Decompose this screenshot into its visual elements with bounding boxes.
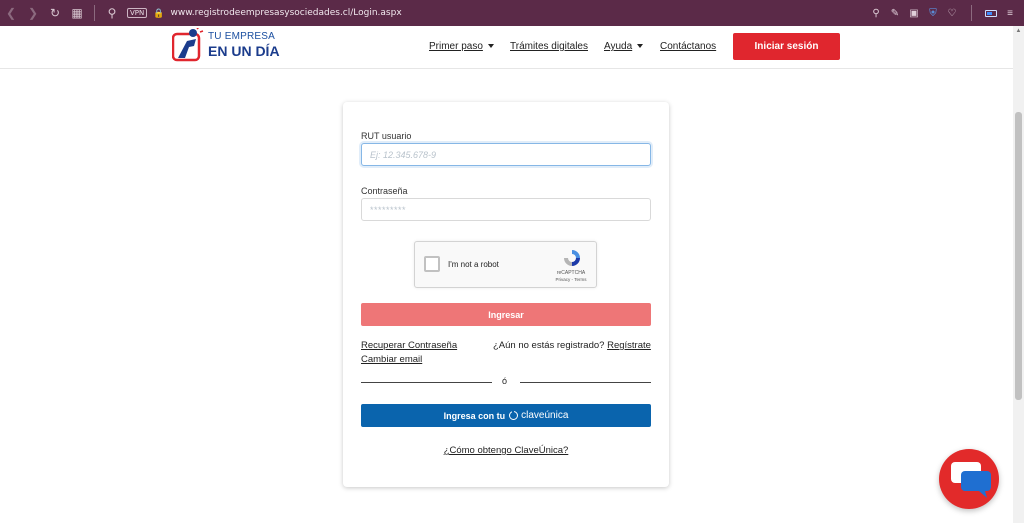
nav-label: Primer paso [429, 41, 483, 52]
clave-unica-brand: claveúnica [509, 410, 568, 421]
recaptcha-widget: I'm not a robot reCAPTCHA Privacy - Term… [414, 241, 597, 288]
clave-unica-button[interactable]: Ingresa con tu claveúnica [361, 404, 651, 427]
recaptcha-label: I'm not a robot [448, 260, 499, 269]
logo-wordmark: TU EMPRESA EN UN DÍA [208, 31, 280, 59]
nav-label: Contáctanos [660, 41, 717, 52]
rut-label: RUT usuario [361, 131, 412, 141]
recover-password-link[interactable]: Recuperar Contraseña [361, 340, 457, 351]
vpn-badge[interactable]: VPN [127, 8, 148, 18]
nav-ayuda[interactable]: Ayuda [604, 41, 644, 52]
scroll-up-icon[interactable]: ▲ [1013, 26, 1024, 36]
recover-password-text: Recuperar Contraseña [361, 340, 458, 351]
clave-button-prefix: Ingresa con tu [443, 410, 506, 421]
not-registered-text: ¿Aún no estás registrado? [493, 340, 605, 351]
nav-tramites-digitales[interactable]: Trámites digitales [510, 41, 588, 52]
iniciar-sesion-button[interactable]: Iniciar sesión [733, 33, 840, 60]
nav-primer-paso[interactable]: Primer paso [429, 41, 494, 52]
toolbar-separator-right [971, 5, 972, 21]
browser-extensions: ⚲ ✎ ▣ ⛨ ♡ ≡ [870, 0, 1016, 26]
reload-icon[interactable]: ↻ [44, 0, 66, 26]
rut-input[interactable]: Ej: 12.345.678-9 [361, 143, 651, 166]
camera-icon[interactable]: ▣ [908, 8, 920, 19]
login-card: RUT usuario Ej: 12.345.678-9 Contraseña … [343, 102, 669, 487]
back-icon[interactable]: ❮ [0, 0, 22, 26]
ingresar-button[interactable]: Ingresar [361, 303, 651, 326]
site-settings-icon[interactable]: ⚲ [101, 0, 123, 26]
divider-left [361, 382, 492, 383]
register-prompt: ¿Aún no estás registrado? Regístrate [493, 340, 651, 351]
scrollbar-thumb[interactable] [1015, 112, 1022, 400]
toolbar-separator [94, 5, 95, 21]
lock-icon[interactable]: 🔒 [153, 8, 164, 19]
shield-icon[interactable]: ⛨ [927, 8, 939, 19]
clave-brand-text: claveúnica [521, 410, 569, 421]
heart-icon[interactable]: ♡ [946, 8, 958, 19]
site-logo[interactable]: TU EMPRESA EN UN DÍA [172, 28, 280, 62]
power-icon [509, 410, 519, 420]
browser-toolbar: ❮ ❯ ↻ ▦ ⚲ VPN 🔒 www.registrodeempresasys… [0, 0, 1024, 26]
clave-help-text: ¿Cómo obtengo ClaveÚnica? [443, 445, 569, 456]
logo-line-2: EN UN DÍA [208, 43, 280, 59]
change-email-link[interactable]: Cambiar email [361, 354, 422, 365]
edit-icon[interactable]: ✎ [889, 8, 901, 19]
chat-bubble-icon [951, 462, 991, 498]
divider-right [520, 382, 651, 383]
site-header [0, 26, 1013, 69]
logo-figure-icon [172, 28, 204, 62]
forward-icon[interactable]: ❯ [22, 0, 44, 26]
chat-widget-button[interactable] [939, 449, 999, 509]
register-link[interactable]: Regístrate [607, 340, 651, 351]
nav-label: Trámites digitales [510, 41, 588, 52]
divider-text: ó [502, 376, 508, 386]
tabs-grid-icon[interactable]: ▦ [66, 0, 88, 26]
change-email-text: Cambiar email [361, 354, 423, 365]
clave-help-link[interactable]: ¿Cómo obtengo ClaveÚnica? [343, 445, 669, 456]
search-page-icon[interactable]: ⚲ [870, 8, 882, 19]
password-input[interactable]: ********* [361, 198, 651, 221]
address-bar[interactable]: www.registrodeempresasysociedades.cl/Log… [170, 8, 401, 18]
caret-down-icon [637, 44, 644, 49]
recaptcha-brand: reCAPTCHA [556, 270, 586, 276]
caret-down-icon [487, 44, 494, 49]
nav-contactanos[interactable]: Contáctanos [660, 41, 716, 52]
recaptcha-checkbox[interactable] [424, 256, 440, 272]
password-label: Contraseña [361, 186, 408, 196]
nav-label: Ayuda [604, 41, 633, 52]
recaptcha-terms[interactable]: Privacy - Terms [550, 277, 592, 282]
logo-line-1: TU EMPRESA [208, 31, 276, 42]
battery-icon[interactable] [985, 9, 997, 17]
menu-icon[interactable]: ≡ [1004, 8, 1016, 19]
recaptcha-logo-icon [564, 250, 580, 266]
